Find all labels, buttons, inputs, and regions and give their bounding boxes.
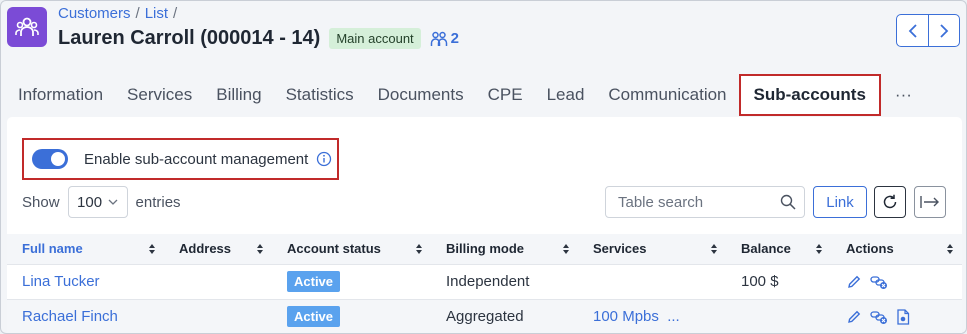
main-account-badge: Main account xyxy=(329,28,421,49)
table-header-row: Full name Address Account status Billing… xyxy=(7,234,962,264)
column-header-label: Services xyxy=(593,241,647,257)
table-search-input[interactable] xyxy=(618,193,768,211)
people-icon xyxy=(430,31,447,46)
edit-pencil-icon[interactable] xyxy=(846,309,862,325)
sort-icon xyxy=(149,244,155,254)
column-header-account-status[interactable]: Account status xyxy=(272,234,431,264)
column-header-services[interactable]: Services xyxy=(578,234,726,264)
column-header-label: Actions xyxy=(846,241,894,257)
table-search xyxy=(605,186,805,218)
column-header-label: Balance xyxy=(741,241,791,257)
column-header-billing-mode[interactable]: Billing mode xyxy=(431,234,578,264)
link-button[interactable]: Link xyxy=(813,186,867,218)
page-length-value: 100 xyxy=(77,193,103,211)
unlink-icon[interactable] xyxy=(870,309,888,325)
arrow-to-right-icon xyxy=(920,196,939,208)
column-header-balance[interactable]: Balance xyxy=(726,234,831,264)
tab-services[interactable]: Services xyxy=(115,74,204,116)
column-header-address[interactable]: Address xyxy=(164,234,272,264)
sort-icon xyxy=(416,244,422,254)
cell-services: 100 Mpbs ... xyxy=(578,298,726,333)
edit-pencil-icon[interactable] xyxy=(846,274,862,290)
customers-app-icon[interactable] xyxy=(7,7,47,47)
page-length-control: Show 100 entries xyxy=(22,186,181,218)
unlink-icon[interactable] xyxy=(870,274,888,290)
toggle-label: Enable sub-account management xyxy=(84,150,309,168)
services-link[interactable]: 100 Mpbs ... xyxy=(593,308,680,325)
refresh-icon xyxy=(883,194,897,209)
column-header-label: Billing mode xyxy=(446,241,524,257)
column-header-label: Account status xyxy=(287,241,381,257)
page-title: Lauren Carroll (000014 - 14) xyxy=(58,27,321,49)
status-badge: Active xyxy=(287,271,341,292)
sub-account-management-toggle[interactable] xyxy=(32,149,68,169)
sub-accounts-panel: Enable sub-account management Show 100 e… xyxy=(7,117,962,333)
column-header-label: Address xyxy=(179,241,232,257)
search-icon[interactable] xyxy=(780,194,796,210)
cell-status: Active xyxy=(272,298,431,333)
sort-icon xyxy=(711,244,717,254)
cell-address xyxy=(164,298,272,333)
column-header-actions[interactable]: Actions xyxy=(831,234,962,264)
tab-lead[interactable]: Lead xyxy=(535,74,597,116)
chevron-down-icon xyxy=(108,199,118,205)
previous-record-button[interactable] xyxy=(897,15,928,46)
cell-billing-mode: Aggregated xyxy=(431,298,578,333)
entries-label: entries xyxy=(135,193,181,211)
cell-balance: 100 $ xyxy=(726,263,831,299)
customer-link[interactable]: Rachael Finch xyxy=(22,308,118,325)
tab-sub-accounts[interactable]: Sub-accounts xyxy=(738,74,881,116)
cell-billing-mode: Independent xyxy=(431,263,578,299)
chevron-right-icon xyxy=(940,23,949,38)
cell-balance xyxy=(726,298,831,333)
chevron-left-icon xyxy=(908,23,917,38)
cell-address xyxy=(164,263,272,299)
tab-communication[interactable]: Communication xyxy=(596,74,738,116)
cell-full-name: Lina Tucker xyxy=(7,263,164,299)
sort-icon xyxy=(563,244,569,254)
breadcrumb-separator: / xyxy=(173,5,178,22)
tab-cpe[interactable]: CPE xyxy=(476,74,535,116)
cell-services xyxy=(578,263,726,299)
breadcrumb-separator: / xyxy=(135,5,140,22)
document-icon[interactable] xyxy=(896,309,910,325)
show-label: Show xyxy=(22,193,60,211)
title-row: Lauren Carroll (000014 - 14) Main accoun… xyxy=(58,27,459,50)
breadcrumb-list[interactable]: List xyxy=(145,5,168,22)
page-frame: Customers / List / Lauren Carroll (00001… xyxy=(0,0,967,334)
breadcrumb: Customers / List / xyxy=(58,5,177,22)
page-length-select[interactable]: 100 xyxy=(67,186,128,218)
column-header-label: Full name xyxy=(22,241,83,257)
tab-statistics[interactable]: Statistics xyxy=(274,74,366,116)
sub-accounts-count[interactable]: 2 xyxy=(430,30,459,47)
next-record-button[interactable] xyxy=(928,15,959,46)
refresh-button[interactable] xyxy=(874,186,906,218)
sub-count-value: 2 xyxy=(450,30,460,47)
sub-account-management-setting: Enable sub-account management xyxy=(22,138,339,180)
table-row: Rachael Finch Active Aggregated 100 Mpbs… xyxy=(7,298,962,333)
record-navigation xyxy=(896,14,960,47)
tab-information[interactable]: Information xyxy=(1,74,115,116)
tab-documents[interactable]: Documents xyxy=(366,74,476,116)
customer-link[interactable]: Lina Tucker xyxy=(22,273,100,290)
users-group-icon xyxy=(15,17,39,36)
info-icon[interactable] xyxy=(316,151,332,167)
sub-accounts-table: Full name Address Account status Billing… xyxy=(7,234,962,333)
customer-tabs: Information Services Billing Statistics … xyxy=(1,73,924,117)
column-toggle-button[interactable] xyxy=(914,186,946,218)
cell-actions xyxy=(831,263,962,299)
cell-actions xyxy=(831,298,962,333)
cell-status: Active xyxy=(272,263,431,299)
table-row: Lina Tucker Active Independent 100 $ xyxy=(7,263,962,299)
column-header-full-name[interactable]: Full name xyxy=(7,234,164,264)
status-badge: Active xyxy=(287,306,341,328)
sort-icon xyxy=(947,244,953,254)
cell-full-name: Rachael Finch xyxy=(7,298,164,333)
breadcrumb-customers[interactable]: Customers xyxy=(58,5,131,22)
sort-icon xyxy=(816,244,822,254)
tab-more[interactable]: ··· xyxy=(881,74,924,116)
sort-icon xyxy=(257,244,263,254)
tab-billing[interactable]: Billing xyxy=(204,74,273,116)
